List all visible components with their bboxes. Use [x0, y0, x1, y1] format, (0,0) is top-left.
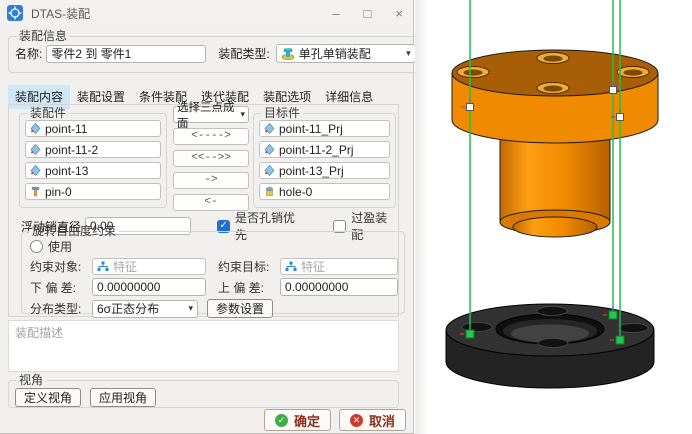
distribution-type-label: 分布类型:	[30, 300, 92, 317]
transfer-swap-button[interactable]: <<-->>	[173, 150, 249, 167]
use-label: 使用	[48, 238, 72, 255]
view-angle-title: 视角	[16, 374, 46, 386]
close-button[interactable]: ×	[395, 7, 403, 20]
lower-deviation-input[interactable]	[92, 278, 206, 296]
titlebar[interactable]: DTAS-装配 – □ ×	[0, 0, 413, 26]
upper-deviation-input[interactable]	[280, 278, 398, 296]
app-icon	[7, 5, 23, 21]
point-icon	[264, 123, 275, 134]
assembly-type-value: 单孔单销装配	[299, 45, 371, 62]
pin-icon	[30, 186, 41, 197]
target-parts-title: 目标件	[261, 107, 303, 119]
3d-viewport[interactable]	[415, 0, 692, 434]
parameter-settings-button[interactable]: 参数设置	[207, 299, 273, 318]
feature-icon	[97, 261, 109, 272]
transfer-controls: 选择三点成面 ▾ <----> <<-->> -> <-	[173, 106, 249, 211]
target-parts-group: 目标件 point-11_Prj point-11-2_Prj point-13…	[253, 107, 396, 208]
lower-deviation-label: 下 偏 差:	[30, 279, 92, 296]
point-icon	[30, 144, 41, 155]
list-item[interactable]: point-13_Prj	[259, 162, 390, 179]
list-item[interactable]: pin-0	[25, 183, 161, 200]
face-mode-select[interactable]: 选择三点成面 ▾	[173, 106, 249, 123]
chevron-down-icon: ▾	[188, 304, 193, 313]
ok-check-icon: ✓	[275, 414, 288, 427]
point-icon	[30, 123, 41, 134]
define-view-button[interactable]: 定义视角	[15, 388, 81, 407]
assembly-type-select[interactable]: 单孔单销装配 ▾	[276, 44, 416, 63]
point-icon	[264, 144, 275, 155]
view-angle-group: 视角 定义视角 应用视角	[8, 374, 399, 408]
ok-button[interactable]: ✓ 确定	[264, 409, 331, 431]
hole-icon	[264, 186, 275, 197]
window-title: DTAS-装配	[31, 5, 90, 22]
list-item[interactable]: point-11-2	[25, 141, 161, 158]
assembly-info-title: 装配信息	[16, 30, 70, 42]
pin-hole-icon	[281, 48, 295, 60]
apply-view-button[interactable]: 应用视角	[90, 388, 156, 407]
rotation-dof-title: 旋转自由度约束	[29, 225, 119, 237]
cancel-x-icon: ✕	[350, 414, 363, 427]
source-parts-title: 装配件	[27, 107, 69, 119]
type-label: 装配类型:	[218, 45, 269, 62]
assembly-info-group: 装配信息 名称: 装配类型: 单孔单销装配 ▾	[8, 30, 423, 73]
minimize-button[interactable]: –	[332, 7, 339, 20]
orange-flange-part[interactable]	[452, 50, 658, 237]
list-item[interactable]: point-13	[25, 162, 161, 179]
upper-deviation-label: 上 偏 差:	[218, 279, 280, 296]
assembly-name-input[interactable]	[46, 45, 206, 63]
feature-icon	[285, 261, 297, 272]
assembly-content-panel: 装配件 point-11 point-11-2 point-13 pin-0 选…	[8, 104, 399, 317]
assembly-description-input[interactable]: 装配描述	[8, 320, 399, 372]
dtas-assembly-dialog: DTAS-装配 – □ × 装配信息 名称: 装配类型: 单孔单销装配 ▾ 装配	[0, 0, 414, 434]
constraint-object-field[interactable]: 特征	[92, 258, 206, 275]
rotation-dof-group: 旋转自由度约束 使用 约束对象: 特征 约束目标: 特征 下 偏 差:	[21, 225, 405, 314]
point-icon	[264, 165, 275, 176]
distribution-type-select[interactable]: 6σ正态分布 ▾	[92, 300, 198, 318]
transfer-right-button[interactable]: ->	[173, 172, 249, 189]
constraint-object-label: 约束对象:	[30, 258, 92, 275]
constraint-target-label: 约束目标:	[218, 258, 280, 275]
maximize-button[interactable]: □	[364, 7, 372, 20]
cancel-button[interactable]: ✕ 取消	[339, 409, 406, 431]
point-icon	[30, 165, 41, 176]
dark-ring-part[interactable]	[446, 304, 654, 388]
name-label: 名称:	[15, 45, 42, 62]
list-item[interactable]: point-11_Prj	[259, 120, 390, 137]
use-radio[interactable]	[30, 240, 43, 253]
constraint-target-field[interactable]: 特征	[280, 258, 398, 275]
chevron-down-icon: ▾	[240, 110, 245, 119]
transfer-all-both-button[interactable]: <---->	[173, 128, 249, 145]
list-item[interactable]: point-11-2_Prj	[259, 141, 390, 158]
source-parts-group: 装配件 point-11 point-11-2 point-13 pin-0	[19, 107, 167, 208]
list-item[interactable]: point-11	[25, 120, 161, 137]
chevron-down-icon: ▾	[406, 49, 411, 58]
list-item[interactable]: hole-0	[259, 183, 390, 200]
